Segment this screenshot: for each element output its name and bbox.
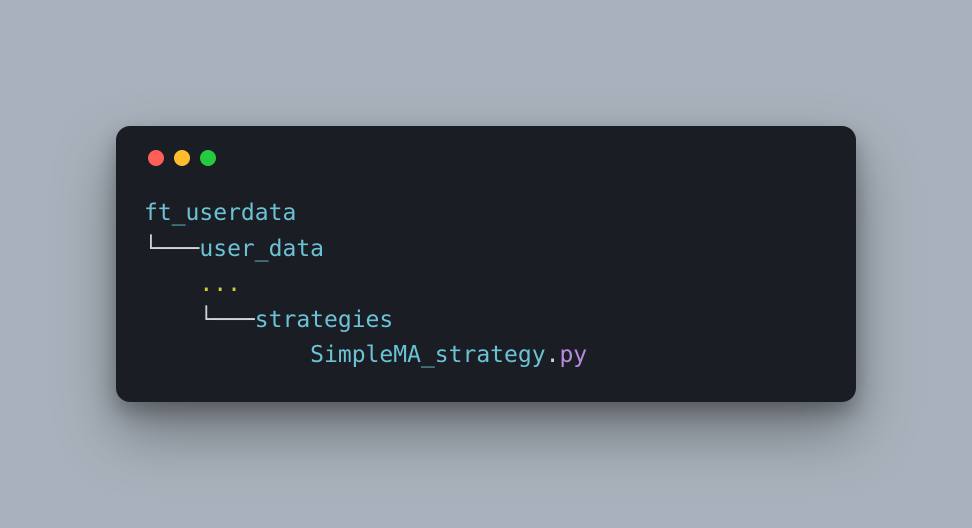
maximize-icon[interactable] — [200, 150, 216, 166]
minimize-icon[interactable] — [174, 150, 190, 166]
tree-folder: user_data — [199, 236, 324, 262]
tree-ellipsis: ... — [199, 271, 241, 297]
tree-folder: strategies — [255, 307, 393, 333]
tree-indent — [144, 307, 199, 333]
close-icon[interactable] — [148, 150, 164, 166]
terminal-window: ft_userdata └───user_data ... └───strate… — [116, 126, 856, 402]
tree-indent — [144, 342, 310, 368]
tree-branch: └─── — [144, 236, 199, 262]
filename-dot: . — [546, 342, 560, 368]
tree-root: ft_userdata — [144, 200, 296, 226]
filename-base: SimpleMA_strategy — [310, 342, 545, 368]
code-block: ft_userdata └───user_data ... └───strate… — [144, 196, 828, 374]
tree-indent — [144, 271, 199, 297]
filename-ext: py — [559, 342, 587, 368]
window-titlebar — [144, 150, 828, 166]
tree-branch: └─── — [199, 307, 254, 333]
